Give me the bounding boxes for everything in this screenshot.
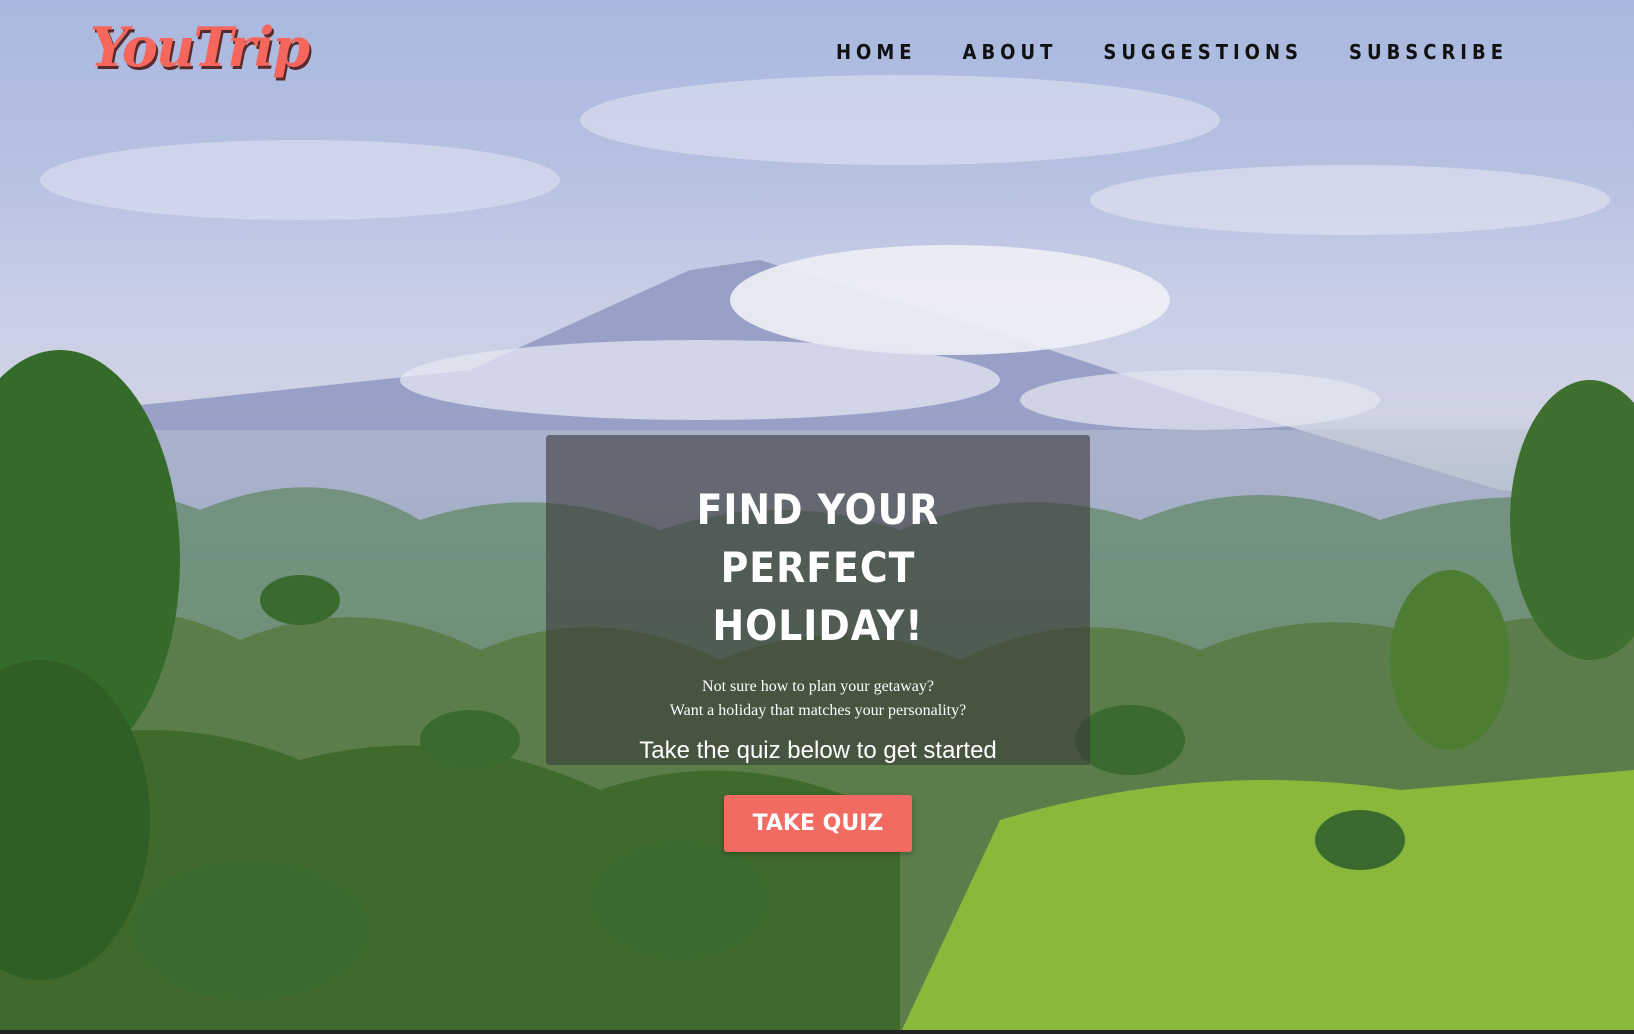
nav-subscribe-link[interactable]: SUBSCRIBE <box>1349 40 1508 64</box>
hero-subtitle-line-2: Want a holiday that matches your persona… <box>669 702 967 719</box>
nav-home-link[interactable]: HOME <box>836 40 917 64</box>
main-nav: HOME ABOUT SUGGESTIONS SUBSCRIBE <box>836 40 1508 64</box>
hero-cta-text: Take the quiz below to get started <box>639 737 997 764</box>
nav-suggestions-link[interactable]: SUGGESTIONS <box>1103 40 1303 64</box>
take-quiz-button[interactable]: TAKE QUIZ <box>724 795 912 852</box>
hero-subtitle: Not sure how to plan your getaway? Want … <box>546 675 1090 723</box>
nav-about-link[interactable]: ABOUT <box>963 40 1058 64</box>
hero-panel: FIND YOUR PERFECT HOLIDAY! Not sure how … <box>546 435 1090 765</box>
bottom-edge-bar <box>0 1030 1634 1034</box>
hero-title: FIND YOUR PERFECT HOLIDAY! <box>696 485 940 650</box>
hero-subtitle-line-1: Not sure how to plan your getaway? <box>702 678 934 695</box>
hero-background: YouTrip HOME ABOUT SUGGESTIONS SUBSCRIBE… <box>0 0 1634 1034</box>
brand-logo[interactable]: YouTrip <box>90 20 310 74</box>
